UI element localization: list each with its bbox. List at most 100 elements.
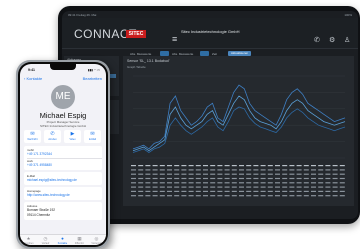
table-cell xyxy=(210,195,216,197)
table-cell xyxy=(174,177,180,180)
email-action-button[interactable]: ✉ E-Mail xyxy=(84,130,101,143)
table-cell xyxy=(332,186,338,188)
video-action-button[interactable]: ▶ Video xyxy=(64,130,81,143)
table-cell xyxy=(239,165,244,167)
table-cell xyxy=(159,173,165,175)
table-cell xyxy=(210,177,216,180)
user-icon[interactable]: ♙ xyxy=(344,36,350,44)
table-cell xyxy=(203,165,208,167)
table-cell xyxy=(332,169,338,171)
tab-label: Favoriten xyxy=(23,242,34,245)
action-label: Anrufen xyxy=(48,138,57,141)
table-cell xyxy=(267,190,273,192)
table-cell xyxy=(339,165,345,167)
table-cell xyxy=(296,190,302,192)
table-cell xyxy=(167,165,172,167)
table-cell xyxy=(253,165,259,167)
table-cell xyxy=(138,186,144,188)
table-cell xyxy=(152,195,158,197)
table-cell xyxy=(339,182,345,184)
table-cell xyxy=(318,195,324,197)
work-number[interactable]: +49 371 4958480 xyxy=(27,163,52,167)
table-cell xyxy=(203,186,208,188)
table-cell xyxy=(246,173,252,175)
table-cell xyxy=(303,165,309,167)
message-icon: ✉ xyxy=(30,131,35,137)
email-address[interactable]: michael.espig@sitec-technology.de xyxy=(27,178,77,182)
table-cell xyxy=(152,190,158,192)
table-cell xyxy=(253,169,259,171)
table-cell xyxy=(311,186,316,188)
table-cell xyxy=(152,177,158,180)
table-cell xyxy=(275,173,280,175)
table-cell xyxy=(159,169,165,171)
table-cell xyxy=(325,177,331,180)
table-cell xyxy=(174,182,180,184)
table-cell xyxy=(332,182,338,184)
table-cell xyxy=(260,173,266,175)
table-cell xyxy=(195,177,201,180)
table-cell xyxy=(289,190,295,192)
mobil-number[interactable]: +49 171 3792344 xyxy=(27,152,52,156)
table-cell xyxy=(231,190,237,192)
table-cell xyxy=(246,190,252,192)
table-cell xyxy=(188,177,194,180)
chart-view-tabs[interactable]: Graph Tabelle xyxy=(127,65,146,69)
table-cell xyxy=(311,190,316,192)
table-cell xyxy=(174,173,180,175)
table-cell xyxy=(289,186,295,188)
table-cell xyxy=(181,182,187,184)
table-cell xyxy=(145,169,151,171)
homepage-link[interactable]: http://www.sitec-technology.de xyxy=(27,193,70,197)
tab-favorites[interactable]: ★ Favoriten xyxy=(20,236,37,245)
call-action-button[interactable]: ✆ Anrufen xyxy=(44,130,61,143)
table-cell xyxy=(275,195,280,197)
table-cell xyxy=(253,190,259,192)
tab-recents[interactable]: ◷ Verlauf xyxy=(37,236,54,245)
table-cell xyxy=(210,169,216,171)
edit-button[interactable]: Bearbeiten xyxy=(83,76,102,81)
table-cell xyxy=(325,182,331,184)
table-cell xyxy=(246,165,252,167)
tab-contacts[interactable]: ● Kontakte xyxy=(54,236,71,245)
table-cell xyxy=(325,195,331,197)
table-cell xyxy=(339,190,345,192)
table-cell xyxy=(311,177,316,180)
table-cell xyxy=(282,182,288,184)
table-cell xyxy=(311,173,316,175)
table-cell xyxy=(138,182,144,184)
table-cell xyxy=(282,177,288,180)
address-street[interactable]: Bornaer Straße 192 xyxy=(27,208,55,212)
table-cell xyxy=(231,182,237,184)
menu-icon[interactable]: ≡ xyxy=(172,34,177,44)
gear-icon[interactable]: ⚙ xyxy=(329,36,335,44)
phone-icon[interactable]: ✆ xyxy=(314,36,320,44)
table-cell xyxy=(167,173,172,175)
tab-keypad[interactable]: ▦ Ziffernbl. xyxy=(71,236,88,245)
video-icon: ▶ xyxy=(70,131,75,137)
table-cell xyxy=(188,165,194,167)
table-cell xyxy=(224,165,230,167)
mail-icon: ✉ xyxy=(90,131,95,137)
table-cell xyxy=(325,186,331,188)
table-cell xyxy=(231,173,237,175)
message-action-button[interactable]: ✉ Nachricht xyxy=(24,130,41,143)
tab-voicemail[interactable]: ◎ Voicemail xyxy=(88,236,105,245)
action-label: E-Mail xyxy=(89,138,96,141)
table-cell xyxy=(159,190,165,192)
table-cell xyxy=(289,177,295,180)
table-cell xyxy=(181,190,187,192)
avatar: ME xyxy=(51,85,75,109)
table-cell xyxy=(195,169,201,171)
table-cell xyxy=(224,182,230,184)
address-city[interactable]: 09114 Chemnitz xyxy=(27,213,50,217)
table-cell xyxy=(138,173,144,175)
table-cell xyxy=(282,190,288,192)
table-cell xyxy=(138,169,144,171)
table-cell xyxy=(260,177,266,180)
table-cell xyxy=(174,186,180,188)
table-cell xyxy=(210,173,216,175)
app-header: CONNACT SITEC ≡ Sitec Industrietechnolog… xyxy=(62,18,358,49)
back-button[interactable]: ‹ Kontakte xyxy=(24,76,42,81)
chart-title: Sensor 'SL_ 13.1 Bodabud' xyxy=(127,59,170,63)
